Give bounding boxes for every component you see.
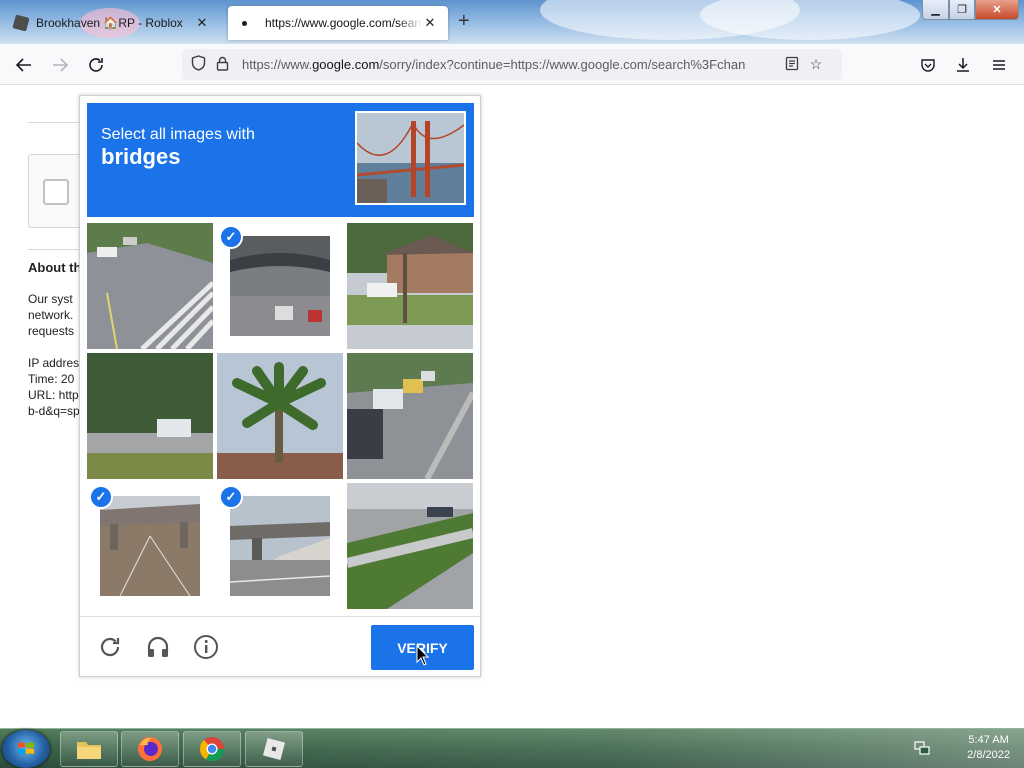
loading-dot-icon <box>242 20 247 26</box>
mouse-cursor-icon <box>416 645 430 666</box>
headphones-icon <box>147 636 169 657</box>
tab-title: Brookhaven 🏠RP - Roblox <box>36 16 183 30</box>
reader-view-icon[interactable] <box>780 56 804 74</box>
lock-icon[interactable] <box>210 56 234 74</box>
challenge-tile-9[interactable] <box>347 483 473 609</box>
info-text-line: URL: http <box>28 388 79 402</box>
shield-icon[interactable] <box>186 55 210 74</box>
tab-roblox[interactable]: Brookhaven 🏠RP - Roblox ✕ <box>4 6 220 40</box>
back-arrow-icon <box>15 58 31 72</box>
url-text[interactable]: https://www.google.com/sorry/index?conti… <box>242 57 780 72</box>
challenge-tile-4[interactable] <box>87 353 213 479</box>
challenge-tile-3[interactable] <box>347 223 473 349</box>
about-text-line: network. <box>28 308 74 322</box>
taskbar-roblox[interactable] <box>245 731 303 767</box>
navigation-bar: https://www.google.com/sorry/index?conti… <box>0 44 1024 85</box>
challenge-tile-2[interactable]: ✓ <box>217 223 343 349</box>
recaptcha-challenge: Select all images with bridges ✓ ✓ ✓ VER… <box>79 95 481 677</box>
start-button[interactable] <box>2 730 50 768</box>
clock-time: 5:47 AM <box>968 734 1009 746</box>
address-bar[interactable]: https://www.google.com/sorry/index?conti… <box>182 49 842 80</box>
taskbar-firefox[interactable] <box>121 731 179 767</box>
selected-checkmark-icon: ✓ <box>89 485 113 509</box>
menu-button[interactable] <box>987 53 1011 77</box>
challenge-tile-5[interactable] <box>217 353 343 479</box>
folder-icon <box>77 742 101 759</box>
info-text-line: Time: 20 <box>28 372 75 386</box>
info-text-line: b-d&q=sp <box>28 404 80 418</box>
chrome-icon <box>200 737 224 762</box>
tab-close-icon[interactable]: ✕ <box>194 15 210 31</box>
close-window-button[interactable]: ✕ <box>975 0 1019 20</box>
info-icon <box>194 635 218 659</box>
clock-date: 2/8/2022 <box>967 749 1010 761</box>
tab-google[interactable]: https://www.google.com/search ✕ <box>228 6 448 40</box>
windows-logo-icon <box>18 742 34 754</box>
challenge-tile-1[interactable] <box>87 223 213 349</box>
challenge-tile-6[interactable] <box>347 353 473 479</box>
reload-icon <box>89 58 103 72</box>
hamburger-menu-icon <box>993 60 1005 70</box>
forward-button[interactable] <box>48 53 72 77</box>
pocket-button[interactable] <box>916 53 940 77</box>
reload-icon <box>100 637 120 657</box>
windows-taskbar: 5:47 AM 2/8/2022 <box>0 728 1024 768</box>
taskbar-chrome[interactable] <box>183 731 241 767</box>
selected-checkmark-icon: ✓ <box>219 485 243 509</box>
challenge-tile-7[interactable]: ✓ <box>87 483 213 609</box>
footer-divider <box>80 616 480 617</box>
selected-checkmark-icon: ✓ <box>219 225 243 249</box>
taskbar-file-explorer[interactable] <box>60 731 118 767</box>
recaptcha-checkbox[interactable] <box>43 179 69 205</box>
help-button[interactable] <box>192 633 220 661</box>
reload-button[interactable] <box>84 53 108 77</box>
about-heading: About th <box>28 260 82 275</box>
minimize-button[interactable]: ▁ <box>922 0 949 20</box>
pocket-icon <box>921 59 935 72</box>
bookmark-star-icon[interactable]: ☆ <box>804 56 828 73</box>
tab-strip: Brookhaven 🏠RP - Roblox ✕ https://www.go… <box>0 0 1024 44</box>
downloads-button[interactable] <box>951 53 975 77</box>
about-text-line: Our syst <box>28 292 73 306</box>
audio-challenge-button[interactable] <box>144 633 172 661</box>
roblox-favicon-icon <box>12 14 30 32</box>
forward-arrow-icon <box>53 58 69 72</box>
sample-bridge-image <box>355 111 466 205</box>
about-text-line: requests <box>28 324 75 338</box>
challenge-header: Select all images with bridges <box>87 103 474 217</box>
download-icon <box>957 58 969 72</box>
restore-button[interactable]: ❐ <box>949 0 975 20</box>
system-clock[interactable]: 5:47 AM 2/8/2022 <box>967 733 1010 763</box>
back-button[interactable] <box>12 53 36 77</box>
instruction-text: Select all images with <box>101 126 255 143</box>
firefox-icon <box>138 737 162 761</box>
challenge-tile-8[interactable]: ✓ <box>217 483 343 609</box>
info-text-line: IP addres <box>28 356 80 370</box>
reload-challenge-button[interactable] <box>96 633 124 661</box>
tab-close-icon[interactable]: ✕ <box>422 15 438 31</box>
network-icon[interactable] <box>914 741 930 755</box>
tab-title: https://www.google.com/search <box>265 16 422 30</box>
new-tab-button[interactable]: + <box>458 11 470 31</box>
target-object-text: bridges <box>101 144 181 169</box>
roblox-icon <box>262 737 286 761</box>
